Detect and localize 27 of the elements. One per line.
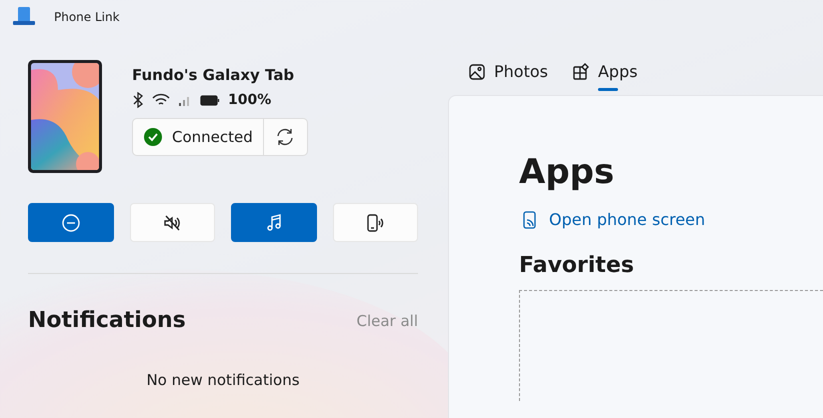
device-name: Fundo's Galaxy Tab: [132, 66, 296, 84]
open-phone-screen-link[interactable]: Open phone screen: [523, 210, 823, 229]
refresh-icon: [274, 127, 295, 147]
image-icon: [468, 62, 486, 80]
minus-circle-icon: [62, 214, 80, 232]
favorites-heading: Favorites: [519, 253, 635, 278]
phone-sound-icon: [366, 214, 384, 232]
battery-percentage: 100%: [228, 92, 272, 108]
do-not-disturb-button[interactable]: [28, 203, 114, 242]
wifi-icon: [152, 93, 170, 107]
ring-button[interactable]: [332, 203, 418, 242]
tab[interactable]: Apps: [572, 56, 638, 91]
speaker-muted-icon: [163, 214, 182, 232]
notifications-heading: Notifications: [28, 308, 186, 333]
window-title: Phone Link: [54, 10, 120, 24]
app-logo-icon: [12, 7, 36, 27]
bluetooth-icon: [132, 92, 144, 108]
battery-icon: [200, 93, 220, 107]
media-button[interactable]: [231, 203, 316, 242]
music-note-icon: [264, 214, 283, 232]
phone-cast-icon: [523, 210, 537, 228]
status-text: Connected: [172, 128, 253, 146]
apps-heading: Apps: [519, 152, 616, 192]
app-grid-icon: [572, 62, 590, 80]
empty-notifications-text: No new notifications: [146, 371, 300, 389]
tab[interactable]: Photos: [468, 56, 548, 91]
mute-button[interactable]: [130, 203, 215, 242]
